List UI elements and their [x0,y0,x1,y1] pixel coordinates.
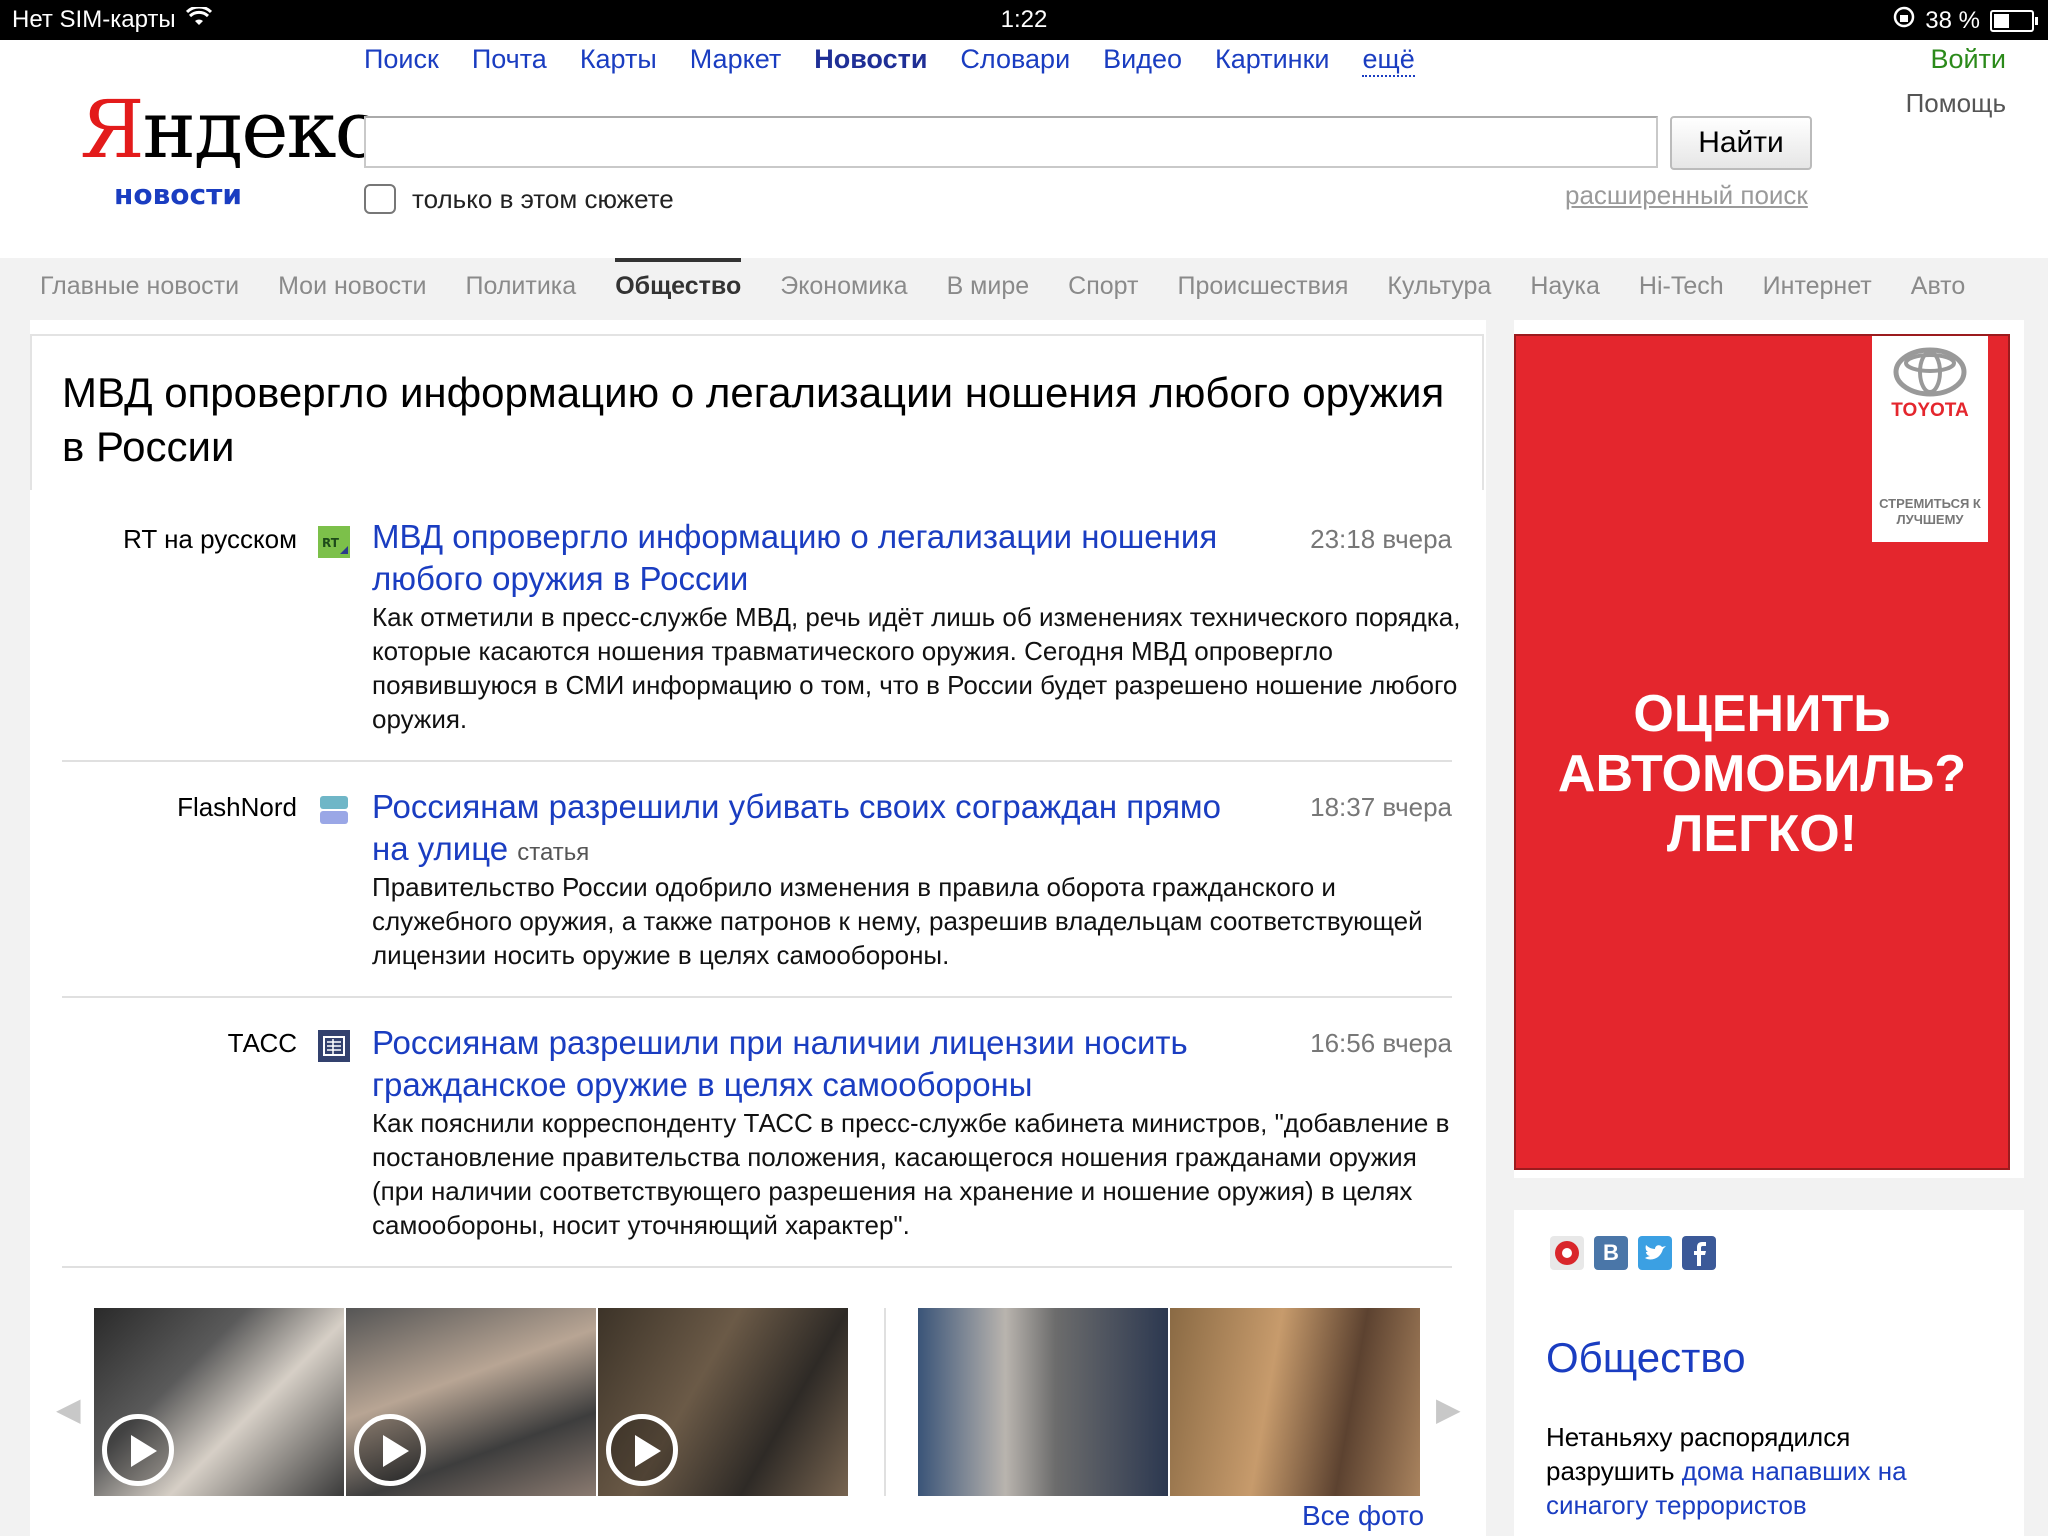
ad-brand: TOYOTA [1891,400,1969,421]
video-thumbnail[interactable] [94,1308,344,1496]
nav-video[interactable]: Видео [1103,44,1182,77]
news-item-title-text[interactable]: МВД опровергло информацию о легализации … [372,518,1217,597]
only-in-story-label: только в этом сюжете [412,184,674,214]
logo-subtitle: новости [114,178,242,211]
rt-source-icon: RT [318,526,350,558]
left-gutter [0,320,30,1536]
nav-images[interactable]: Картинки [1215,44,1329,77]
gallery-next-arrow-icon[interactable]: ▶ [1436,1390,1461,1428]
all-photos-link[interactable]: Все фото [1302,1500,1424,1532]
photo-thumbnail[interactable] [1170,1308,1420,1496]
gallery-prev-arrow-icon[interactable]: ◀ [56,1390,81,1428]
services-nav: Поиск Почта Карты Маркет Новости Словари… [364,44,1415,77]
tab-my-news[interactable]: Мои новости [278,272,426,301]
only-in-story-checkbox[interactable] [364,184,396,214]
article-tag: статья [517,839,590,866]
play-icon [606,1414,678,1486]
play-icon [102,1414,174,1486]
flashnord-source-icon [318,794,350,826]
news-item-snippet: Правительство России одобрило изменения … [372,872,1423,970]
tab-economy[interactable]: Экономика [780,272,907,301]
search-button[interactable]: Найти [1670,116,1812,170]
news-item-snippet: Как пояснили корреспонденту ТАСС в пресс… [372,1108,1450,1240]
tab-science[interactable]: Наука [1530,272,1600,301]
logo-word: ндекс [142,83,380,176]
tab-society[interactable]: Общество [615,258,742,301]
search-input[interactable] [364,116,1658,168]
right-column-news: Нетаньяху распорядился разрушить дома на… [1546,1420,1966,1522]
tab-politics[interactable]: Политика [466,272,577,301]
orientation-lock-icon [1893,6,1915,35]
ad-slogan: СТРЕМИТЬСЯ К ЛУЧШЕМУ [1879,496,1981,527]
tab-sport[interactable]: Спорт [1068,272,1138,301]
right-column-title[interactable]: Общество [1546,1334,1746,1382]
item-divider [62,996,1452,998]
news-item-title-text[interactable]: Россиянам разрешили при наличии лицензии… [372,1024,1188,1103]
nav-search[interactable]: Поиск [364,44,439,77]
tass-source-icon [318,1030,350,1062]
advanced-search-link[interactable]: расширенный поиск [1565,180,1808,211]
gallery-separator [884,1308,886,1496]
news-item-title[interactable]: Россиянам разрешили при наличии лицензии… [372,1022,1252,1106]
vk-icon-letter: В [1603,1240,1619,1265]
logo-letter: Я [80,83,145,176]
nav-maps[interactable]: Карты [580,44,657,77]
item-divider [62,760,1452,762]
status-bar: Нет SIM-карты 1:22 38 % [0,0,2048,40]
story-title: МВД опровергло информацию о легализации … [62,369,1445,470]
yandex-news-logo[interactable]: Яндекс новости [80,88,379,212]
video-thumbnail[interactable] [346,1308,596,1496]
nav-news[interactable]: Новости [814,44,927,77]
item-source[interactable]: FlashNord [27,792,297,823]
yandex-share-icon[interactable] [1550,1236,1584,1270]
toyota-logo-icon [1893,347,1967,397]
news-item-title[interactable]: Россиянам разрешили убивать своих сограж… [372,786,1252,874]
column-gutter [1486,320,1514,1536]
news-item-title-text[interactable]: Россиянам разрешили убивать своих сограж… [372,788,1221,867]
battery-percent: 38 % [1925,6,1980,34]
item-time: 23:18 вчера [1310,524,1452,554]
item-divider [62,1266,1452,1268]
help-link[interactable]: Помощь [1906,88,2006,119]
right-column-spacer [1514,1178,2024,1210]
tab-main-news[interactable]: Главные новости [40,272,239,301]
right-gutter [2024,320,2048,1536]
tab-culture[interactable]: Культура [1387,272,1491,301]
facebook-icon[interactable] [1682,1236,1716,1270]
battery-icon [1990,9,2038,32]
tab-internet[interactable]: Интернет [1763,272,1872,301]
svg-text:RT: RT [322,536,340,550]
category-tabs: Главные новости Мои новости Политика Общ… [40,258,2004,301]
item-source[interactable]: ТАСС [27,1028,297,1059]
tab-auto[interactable]: Авто [1911,272,1965,301]
clock: 1:22 [1000,6,1048,33]
nav-more[interactable]: ещё [1362,44,1415,77]
news-item-title[interactable]: МВД опровергло информацию о легализации … [372,516,1252,600]
login-link[interactable]: Войти [1930,44,2006,75]
video-thumbnail[interactable] [598,1308,848,1496]
nav-dictionaries[interactable]: Словари [960,44,1070,77]
photo-thumbnail[interactable] [918,1308,1168,1496]
item-time: 16:56 вчера [1310,1028,1452,1058]
twitter-icon[interactable] [1638,1236,1672,1270]
nav-market[interactable]: Маркет [690,44,781,77]
play-icon [354,1414,426,1486]
tab-world[interactable]: В мире [947,272,1030,301]
news-item-snippet: Как отметили в пресс-службе МВД, речь ид… [372,602,1461,734]
vk-icon[interactable]: В [1594,1236,1628,1270]
tab-incidents[interactable]: Происшествия [1177,272,1348,301]
nav-mail[interactable]: Почта [472,44,547,77]
item-source[interactable]: RT на русском [27,524,297,555]
ad-headline: ОЦЕНИТЬ АВТОМОБИЛЬ? ЛЕГКО! [1557,685,1967,863]
item-time: 18:37 вчера [1310,792,1452,822]
tab-hitech[interactable]: Hi-Tech [1639,272,1724,301]
